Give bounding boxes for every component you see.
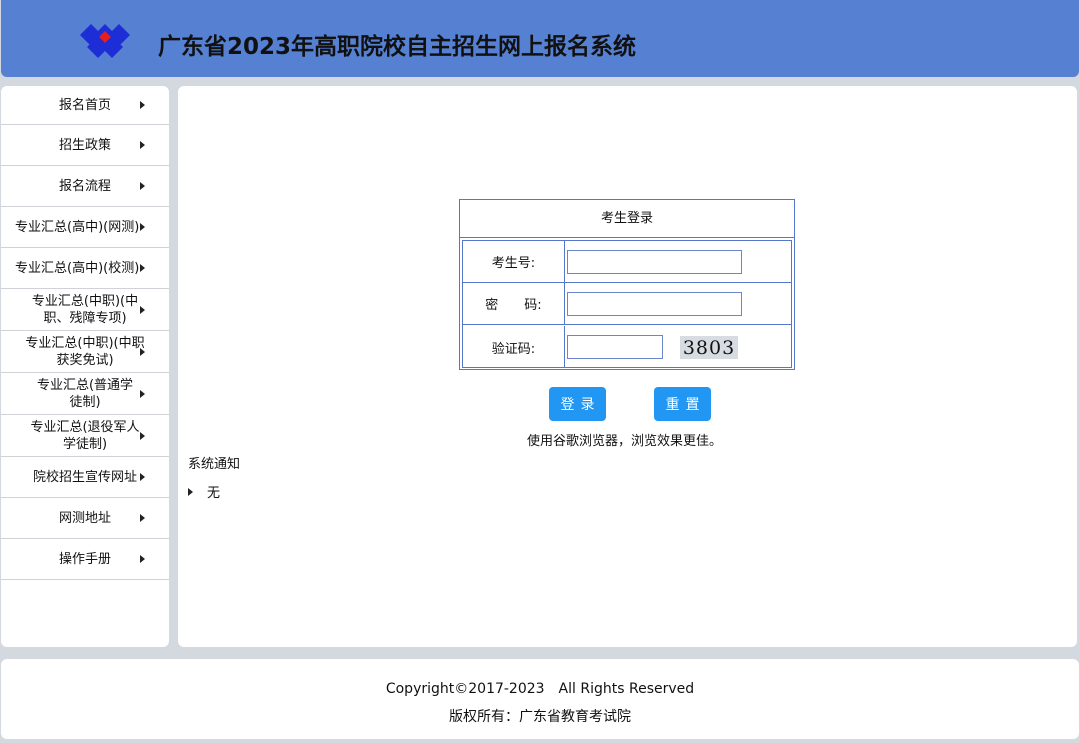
password-input[interactable] [567, 292, 742, 316]
sidebar-item-label: 专业汇总(高中)(网测) [15, 219, 140, 235]
sidebar-item-label: 专业汇总(中职)(中职获奖免试) [25, 335, 145, 368]
caret-right-icon [140, 141, 145, 149]
login-button[interactable]: 登录 [549, 387, 606, 421]
sidebar-item-majors-apprenticeship[interactable]: 专业汇总(普通学徒制) [1, 373, 169, 415]
header-bar: 广东省2023年高职院校自主招生网上报名系统 [1, 0, 1079, 77]
caret-right-icon [140, 389, 145, 398]
sidebar-item-home[interactable]: 报名首页 [1, 86, 169, 125]
caret-right-icon [140, 223, 145, 231]
password-row: 密 码: [463, 283, 791, 325]
logo-icon [80, 24, 130, 58]
sidebar-nav: 报名首页 招生政策 报名流程 专业汇总(高中)(网测) 专业汇总(高中)(校测)… [1, 86, 169, 647]
sidebar-item-label: 报名首页 [58, 97, 111, 113]
copyright-text: Copyright©2017-2023 All Rights Reserved [385, 681, 695, 697]
sidebar-item-college-sites[interactable]: 院校招生宣传网址 [1, 457, 169, 498]
sidebar-item-majors-veteran[interactable]: 专业汇总(退役军人学徒制) [1, 415, 169, 457]
sidebar-item-label: 专业汇总(高中)(校测) [15, 260, 140, 276]
sidebar-item-majors-highschool-school[interactable]: 专业汇总(高中)(校测) [1, 248, 169, 289]
login-table: 考生号: 密 码: 验证码: 3803 [462, 240, 792, 368]
notice-item: 无 [188, 482, 220, 501]
sidebar-item-label: 专业汇总(中职)(中职、残障专项) [31, 293, 139, 326]
captcha-label: 验证码: [463, 326, 565, 368]
caret-right-icon [140, 555, 145, 563]
notice-item-text: 无 [207, 486, 221, 501]
owner-text: 版权所有：广东省教育考试院 [449, 709, 631, 725]
caret-right-icon [140, 182, 145, 190]
captcha-input[interactable] [567, 335, 663, 359]
exam-number-label: 考生号: [463, 241, 565, 282]
password-label: 密 码: [463, 283, 565, 324]
caret-right-icon [140, 514, 145, 522]
sidebar-item-label: 院校招生宣传网址 [32, 469, 137, 485]
site-title: 广东省2023年高职院校自主招生网上报名系统 [158, 34, 637, 60]
sidebar-item-label: 专业汇总(退役军人学徒制) [30, 419, 140, 452]
caret-right-icon [140, 264, 145, 272]
sidebar-item-test-address[interactable]: 网测地址 [1, 498, 169, 539]
browser-hint: 使用谷歌浏览器，浏览效果更佳。 [527, 434, 723, 449]
sidebar-item-label: 网测地址 [58, 510, 111, 526]
main-panel: 考生登录 考生号: 密 码: 验证码: 3803 登录 重置 使用谷歌浏览器，浏… [178, 86, 1077, 647]
sidebar-item-policy[interactable]: 招生政策 [1, 125, 169, 166]
login-title: 考生登录 [460, 200, 794, 238]
caret-right-icon [140, 473, 145, 481]
sidebar-item-label: 专业汇总(普通学徒制) [36, 377, 134, 410]
sidebar-item-majors-vocational-award[interactable]: 专业汇总(中职)(中职获奖免试) [1, 331, 169, 373]
sidebar-item-majors-vocational-special[interactable]: 专业汇总(中职)(中职、残障专项) [1, 289, 169, 331]
exam-number-input[interactable] [567, 250, 742, 274]
caret-right-icon [140, 431, 145, 440]
caret-right-icon [140, 347, 145, 356]
reset-button[interactable]: 重置 [654, 387, 711, 421]
sidebar-item-majors-highschool-online[interactable]: 专业汇总(高中)(网测) [1, 207, 169, 248]
sidebar-item-process[interactable]: 报名流程 [1, 166, 169, 207]
notice-title: 系统通知 [188, 457, 241, 472]
caret-right-icon [140, 101, 145, 109]
footer: Copyright©2017-2023 All Rights Reserved … [1, 659, 1079, 739]
captcha-row: 验证码: 3803 [463, 326, 791, 368]
exam-number-row: 考生号: [463, 241, 791, 283]
login-form: 考生登录 考生号: 密 码: 验证码: 3803 [459, 199, 795, 370]
sidebar-item-label: 操作手册 [58, 551, 111, 567]
sidebar-item-manual[interactable]: 操作手册 [1, 539, 169, 580]
sidebar-item-label: 报名流程 [58, 178, 111, 194]
sidebar-item-label: 招生政策 [58, 137, 111, 153]
caret-right-icon [188, 487, 193, 496]
captcha-image[interactable]: 3803 [680, 336, 738, 359]
caret-right-icon [140, 305, 145, 314]
